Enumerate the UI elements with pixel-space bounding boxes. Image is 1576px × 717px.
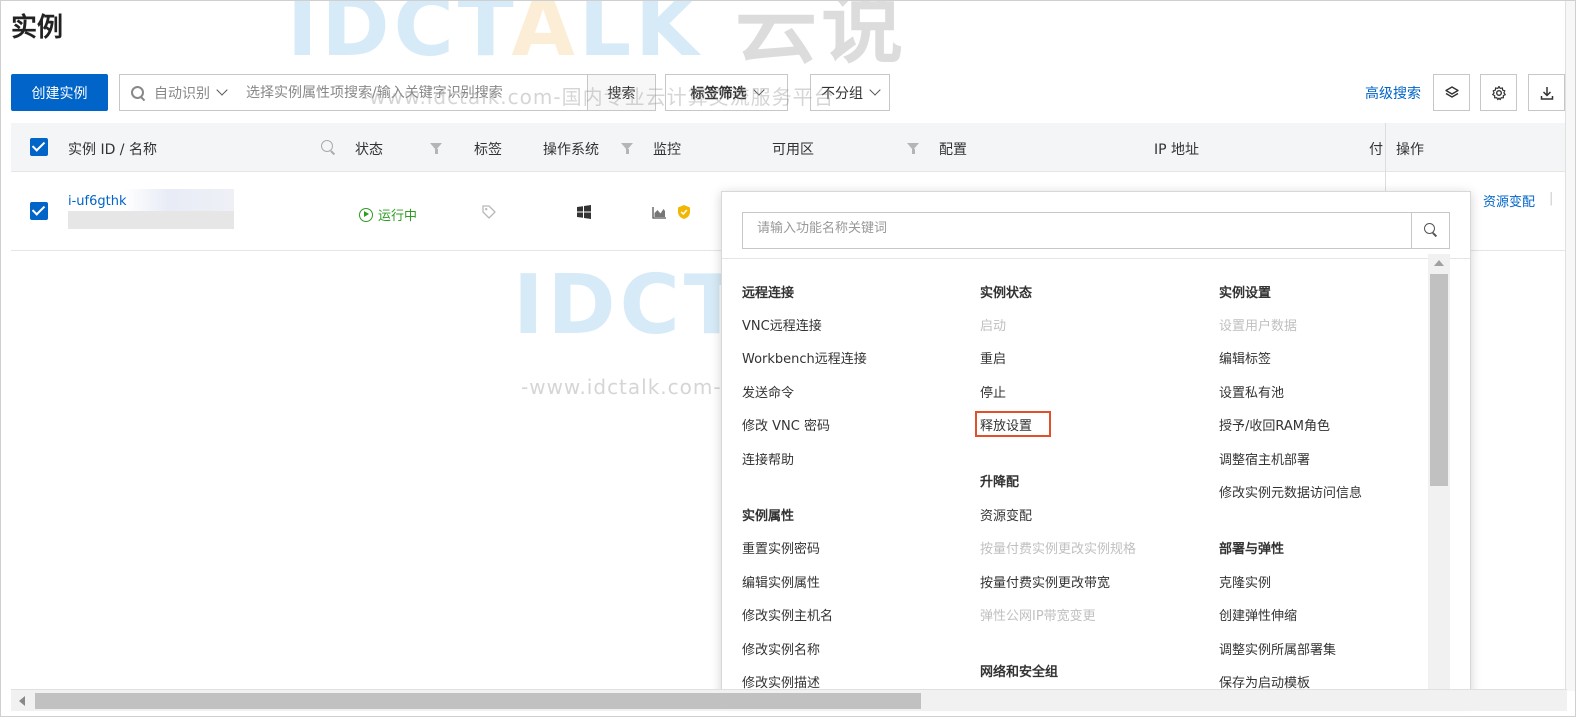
instance-id-link[interactable]: i-uf6gthk (68, 194, 127, 209)
export-button[interactable] (1528, 74, 1565, 111)
col-header-status: 状态 (355, 142, 383, 158)
highlight-box (975, 411, 1051, 437)
tag-icon[interactable] (481, 204, 497, 220)
running-icon (359, 207, 373, 222)
gear-icon (1491, 85, 1506, 100)
menu-item-resource-change[interactable]: 资源变配 (980, 505, 1032, 524)
horizontal-scrollbar[interactable] (11, 689, 1567, 711)
group-select[interactable]: 不分组 (810, 74, 890, 111)
page-vertical-scrollbar[interactable] (1565, 1, 1575, 691)
filter-funnel-icon[interactable] (621, 143, 633, 154)
column-search-icon[interactable] (321, 140, 333, 152)
filter-funnel-icon[interactable] (430, 143, 442, 154)
menu-item-hostname[interactable]: 修改实例主机名 (742, 605, 833, 624)
popup-search-box (742, 212, 1450, 249)
menu-item-start: 启动 (980, 319, 1007, 334)
col-header-monitor: 监控 (653, 142, 681, 158)
page-title: 实例 (11, 13, 64, 43)
menu-item-ram-role[interactable]: 授予/收回RAM角色 (1219, 415, 1330, 434)
console-frame: 实例 创建实例 自动识别 搜索 标签筛选 不分组 高级搜索 (0, 0, 1576, 717)
group-select-label: 不分组 (821, 85, 863, 102)
col-header-ip: IP 地址 (1154, 142, 1200, 158)
status-text: 运行中 (378, 209, 418, 224)
status-badge: 运行中 (359, 205, 417, 224)
layers-button[interactable] (1433, 74, 1470, 111)
col-header-pay: 付 (1369, 142, 1383, 158)
group-title-deploy: 部署与弹性 (1219, 542, 1285, 557)
menu-item-stop[interactable]: 停止 (980, 382, 1006, 401)
tag-filter-select[interactable]: 标签筛选 (665, 74, 788, 111)
menu-item-change-spec: 按量付费实例更改实例规格 (980, 542, 1137, 557)
col-header-config: 配置 (939, 142, 967, 158)
group-title-state: 实例状态 (980, 286, 1033, 301)
chevron-down-icon (216, 84, 228, 96)
menu-item-private-pool[interactable]: 设置私有池 (1219, 382, 1284, 401)
col-header-tags: 标签 (474, 142, 502, 158)
group-title-settings: 实例设置 (1219, 286, 1272, 301)
op-divider: | (1549, 191, 1554, 206)
download-icon (1540, 86, 1553, 100)
search-icon (130, 85, 146, 101)
redacted-subtitle (68, 211, 234, 229)
menu-item-vnc-password[interactable]: 修改 VNC 密码 (742, 415, 830, 434)
popup-scroll-thumb[interactable] (1430, 274, 1448, 486)
more-actions-popup: 远程连接 VNC远程连接 Workbench远程连接 发送命令 修改 VNC 密… (721, 191, 1471, 701)
col-header-id-name: 实例 ID / 名称 (68, 142, 157, 158)
redacted-name (124, 189, 234, 211)
create-instance-button[interactable]: 创建实例 (11, 74, 108, 111)
menu-item-workbench[interactable]: Workbench远程连接 (742, 348, 867, 367)
popup-divider (722, 258, 1470, 259)
menu-item-host-deploy[interactable]: 调整宿主机部署 (1219, 449, 1310, 468)
layers-icon (1444, 85, 1459, 98)
menu-item-reset-password[interactable]: 重置实例密码 (742, 538, 820, 557)
auto-identify-label: 自动识别 (154, 85, 210, 102)
security-shield-icon[interactable] (677, 204, 691, 220)
menu-item-deployment-set[interactable]: 调整实例所属部署集 (1219, 639, 1336, 658)
menu-item-send-command[interactable]: 发送命令 (742, 382, 794, 401)
group-title-props: 实例属性 (742, 509, 795, 524)
resource-change-link[interactable]: 资源变配 (1483, 191, 1535, 210)
menu-item-metadata-access[interactable]: 修改实例元数据访问信息 (1219, 482, 1362, 501)
row-checkbox[interactable] (30, 202, 48, 220)
menu-item-clone[interactable]: 克隆实例 (1219, 572, 1271, 591)
menu-item-change-bandwidth[interactable]: 按量付费实例更改带宽 (980, 572, 1110, 591)
menu-item-edit-props[interactable]: 编辑实例属性 (742, 572, 820, 591)
menu-item-user-data: 设置用户数据 (1219, 319, 1298, 334)
menu-item-auto-scaling[interactable]: 创建弹性伸缩 (1219, 605, 1297, 624)
tag-filter-label: 标签筛选 (690, 85, 747, 102)
search-button[interactable]: 搜索 (587, 74, 656, 111)
group-title-remote: 远程连接 (742, 286, 795, 301)
menu-item-restart[interactable]: 重启 (980, 348, 1006, 367)
col-header-os: 操作系统 (543, 142, 599, 158)
search-box: 自动识别 (119, 74, 656, 111)
filter-funnel-icon[interactable] (907, 143, 919, 154)
table-header: 实例 ID / 名称 状态 标签 操作系统 监控 可用区 配置 IP 地址 付 … (11, 123, 1575, 172)
windows-icon (577, 205, 591, 219)
search-icon (1424, 223, 1435, 234)
menu-item-eip-bandwidth: 弹性公网IP带宽变更 (980, 609, 1096, 624)
select-all-checkbox[interactable] (30, 138, 48, 156)
col-header-ops: 操作 (1396, 142, 1424, 158)
scroll-up-arrow-icon[interactable] (1434, 260, 1444, 266)
chevron-down-icon (752, 84, 765, 96)
menu-item-instance-name[interactable]: 修改实例名称 (742, 639, 820, 658)
menu-item-edit-tags[interactable]: 编辑标签 (1219, 348, 1271, 367)
function-search-input[interactable] (757, 221, 1397, 236)
group-title-upgrade: 升降配 (980, 475, 1020, 490)
col-header-zone: 可用区 (772, 142, 814, 158)
popup-search-button[interactable] (1411, 212, 1449, 249)
chevron-down-icon (869, 84, 881, 96)
menu-item-connect-help[interactable]: 连接帮助 (742, 449, 794, 468)
settings-button[interactable] (1480, 74, 1517, 111)
horizontal-scroll-thumb[interactable] (35, 693, 921, 709)
scroll-left-arrow-icon[interactable] (19, 696, 25, 706)
menu-item-vnc[interactable]: VNC远程连接 (742, 315, 822, 334)
monitor-chart-icon[interactable] (652, 206, 667, 219)
auto-identify-select[interactable]: 自动识别 (154, 83, 228, 103)
group-title-network: 网络和安全组 (980, 665, 1059, 680)
advanced-search-link[interactable]: 高级搜索 (1365, 83, 1421, 103)
